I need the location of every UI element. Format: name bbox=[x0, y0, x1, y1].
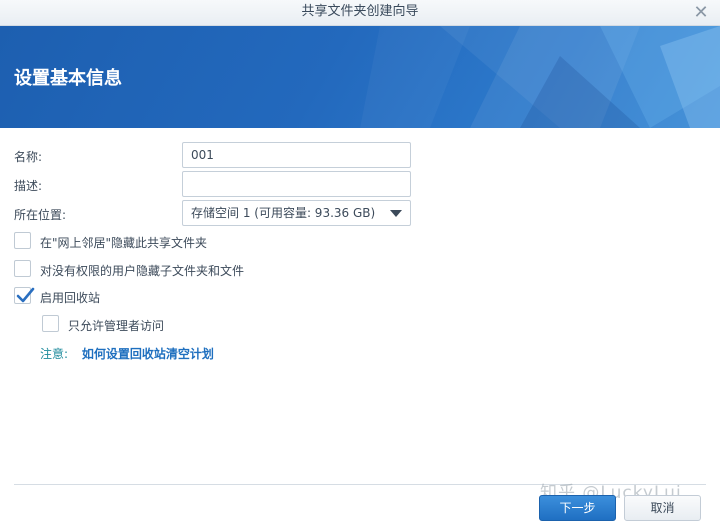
page-title: 设置基本信息 bbox=[14, 68, 122, 89]
hide-subfolders-label: 对没有权限的用户隐藏子文件夹和文件 bbox=[40, 264, 245, 278]
cancel-button[interactable]: 取消 bbox=[624, 495, 701, 521]
location-label: 所在位置: bbox=[14, 208, 67, 222]
description-input[interactable] bbox=[182, 171, 411, 197]
location-value: 存储空间 1 (可用容量: 93.36 GB) bbox=[191, 206, 376, 220]
window-title: 共享文件夹创建向导 bbox=[301, 4, 419, 19]
admin-only-checkbox[interactable] bbox=[42, 315, 59, 332]
recycle-bin-checkbox[interactable] bbox=[14, 287, 35, 304]
description-label: 描述: bbox=[14, 179, 43, 193]
hide-network-checkbox[interactable] bbox=[14, 232, 31, 249]
location-select[interactable]: 存储空间 1 (可用容量: 93.36 GB) bbox=[182, 200, 411, 226]
recycle-bin-label: 启用回收站 bbox=[40, 291, 101, 305]
description-row: 描述: bbox=[0, 171, 720, 197]
name-input[interactable] bbox=[182, 142, 411, 168]
close-icon[interactable]: ✕ bbox=[690, 2, 712, 24]
note: 注意: 如何设置回收站清空计划 bbox=[40, 345, 214, 362]
chevron-down-icon bbox=[390, 210, 402, 217]
location-row: 所在位置: 存储空间 1 (可用容量: 93.36 GB) bbox=[0, 200, 720, 226]
hide-subfolders-checkbox[interactable] bbox=[14, 260, 31, 277]
recycle-bin-schedule-link[interactable]: 如何设置回收站清空计划 bbox=[82, 347, 214, 361]
admin-only-label: 只允许管理者访问 bbox=[68, 319, 165, 333]
note-label: 注意: bbox=[40, 347, 69, 361]
checkmark-icon bbox=[16, 287, 35, 303]
hide-network-label: 在"网上邻居"隐藏此共享文件夹 bbox=[40, 236, 208, 250]
name-row: 名称: bbox=[0, 142, 720, 168]
title-bar: 共享文件夹创建向导 ✕ bbox=[0, 0, 720, 26]
header-banner: 设置基本信息 bbox=[0, 26, 720, 128]
name-label: 名称: bbox=[14, 150, 43, 164]
next-button[interactable]: 下一步 bbox=[539, 495, 616, 521]
wizard-window: 共享文件夹创建向导 ✕ 设置基本信息 名称: 描述: 所在位置: 存储空间 1 … bbox=[0, 0, 720, 523]
